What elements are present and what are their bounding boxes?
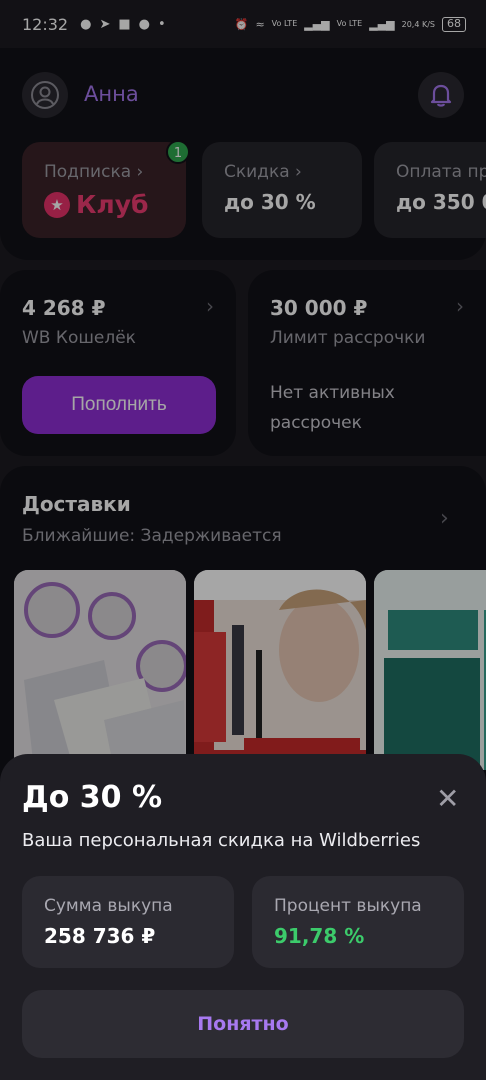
discount-bottom-sheet: До 30 % ✕ Ваша персональная скидка на Wi… — [0, 754, 486, 1080]
sheet-title: До 30 % — [22, 780, 163, 815]
purchase-sum-value: 258 736 ₽ — [44, 924, 156, 948]
ok-button[interactable]: Понятно — [22, 990, 464, 1058]
purchase-sum-label: Сумма выкупа — [44, 896, 173, 916]
purchase-percent-card: Процент выкупа 91,78 % — [252, 876, 464, 968]
purchase-percent-value: 91,78 % — [274, 924, 365, 948]
purchase-sum-card: Сумма выкупа 258 736 ₽ — [22, 876, 234, 968]
purchase-percent-label: Процент выкупа — [274, 896, 422, 916]
sheet-description: Ваша персональная скидка на Wildberries — [22, 830, 421, 851]
close-icon[interactable]: ✕ — [436, 782, 459, 815]
